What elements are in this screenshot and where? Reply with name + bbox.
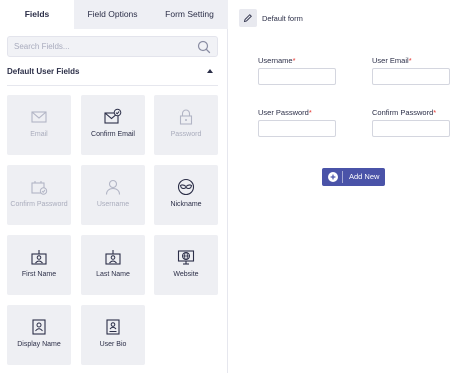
user-email-field[interactable]: [372, 68, 450, 85]
section-header[interactable]: Default User Fields: [7, 64, 218, 86]
bio-card-icon: [106, 319, 120, 335]
search-icon[interactable]: [197, 40, 211, 54]
field-tile-label: Confirm Email: [91, 131, 135, 138]
field-tile-password[interactable]: Password: [154, 95, 218, 155]
field-tile-username[interactable]: Username: [81, 165, 145, 225]
search-input[interactable]: [14, 37, 194, 56]
field-tile-user-bio[interactable]: User Bio: [81, 305, 145, 365]
globe-monitor-icon: [177, 250, 195, 265]
caret-up-icon[interactable]: [207, 69, 213, 73]
field-tile-label: Nickname: [170, 201, 202, 208]
id-badge-icon: [31, 250, 47, 265]
add-new-label: Add New: [349, 172, 380, 181]
edit-form-name-button[interactable]: [239, 9, 257, 27]
field-tile-label: User Bio: [99, 341, 127, 348]
field-tile-label: Display Name: [17, 341, 61, 348]
required-mark: *: [408, 56, 412, 65]
required-mark: *: [308, 108, 312, 117]
field-tile-website[interactable]: Website: [154, 235, 218, 295]
username-label: Username*: [258, 56, 296, 65]
field-tile-confirm-email[interactable]: Confirm Email: [81, 95, 145, 155]
field-tile-confirm-password[interactable]: Confirm Password: [7, 165, 71, 225]
search-box: [7, 36, 218, 57]
envelope-check-icon: [104, 108, 122, 124]
field-tile-label: Password: [170, 131, 202, 138]
user-password-field[interactable]: [258, 120, 336, 137]
required-mark: *: [292, 56, 296, 65]
add-new-button[interactable]: Add New: [322, 168, 385, 186]
portrait-icon: [32, 319, 46, 335]
username-field[interactable]: [258, 68, 336, 85]
tab-form-setting[interactable]: Form Setting: [151, 0, 228, 29]
field-tile-label: First Name: [21, 271, 57, 278]
field-tile-nickname[interactable]: Nickname: [154, 165, 218, 225]
sidebar-tabs: Fields Field Options Form Setting: [0, 0, 228, 29]
confirm-password-label: Confirm Password*: [372, 108, 437, 117]
id-card-check-icon: [31, 181, 48, 195]
field-sidebar: Fields Field Options Form Setting Defaul…: [0, 0, 228, 373]
section-title: Default User Fields: [7, 67, 80, 76]
required-mark: *: [433, 108, 437, 117]
field-tile-label: Confirm Password: [10, 201, 68, 208]
user-password-label: User Password*: [258, 108, 312, 117]
envelope-icon: [31, 111, 47, 123]
lock-icon: [179, 109, 193, 125]
field-tile-label: Username: [96, 201, 130, 208]
id-badge-icon: [105, 250, 121, 265]
tab-fields[interactable]: Fields: [0, 0, 74, 29]
field-tile-last-name[interactable]: Last Name: [81, 235, 145, 295]
tab-field-options[interactable]: Field Options: [74, 0, 151, 29]
form-name: Default form: [262, 14, 303, 23]
field-tile-display-name[interactable]: Display Name: [7, 305, 71, 365]
mask-icon: [177, 178, 195, 196]
confirm-password-field[interactable]: [372, 120, 450, 137]
field-tile-first-name[interactable]: First Name: [7, 235, 71, 295]
field-tile-label: Last Name: [96, 271, 130, 278]
plus-circle-icon: [328, 172, 338, 182]
field-tile-email[interactable]: Email: [7, 95, 71, 155]
user-icon: [105, 179, 121, 195]
field-tile-label: Website: [173, 271, 199, 278]
pencil-icon: [243, 14, 252, 23]
user-email-label: User Email*: [372, 56, 412, 65]
button-divider: [342, 171, 343, 183]
field-tile-label: Email: [30, 131, 48, 138]
